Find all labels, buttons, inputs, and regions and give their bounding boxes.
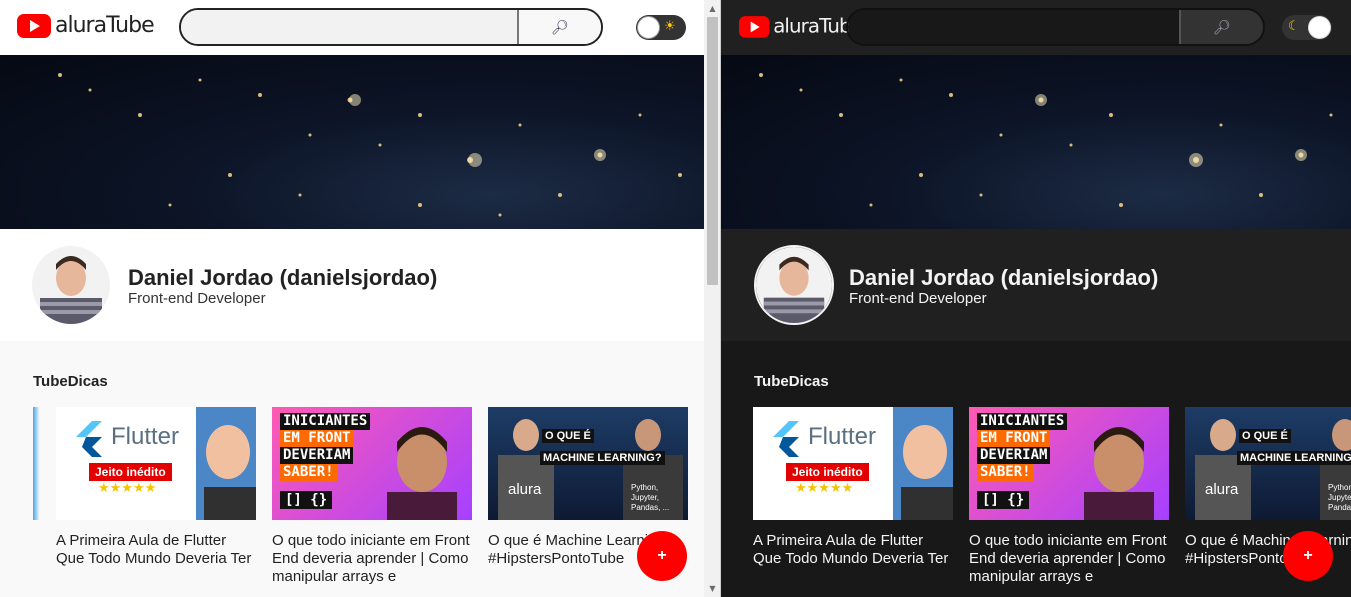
profile-section: Daniel Jordao (danielsjordao) Front-end … (721, 229, 1351, 341)
thumb-brand: alura (508, 481, 542, 498)
city-lights-map (759, 73, 1333, 207)
thumb-badge: Jeito inédito (786, 463, 869, 481)
theme-toggle[interactable]: ☾ (1282, 15, 1332, 40)
video-title[interactable]: O que todo iniciante em Front End deveri… (272, 532, 472, 586)
profile-section: Daniel Jordao (danielsjordao) Front-end … (0, 229, 704, 341)
user-avatar (754, 245, 834, 325)
toggle-knob (637, 16, 660, 39)
dark-theme-pane: aluraTube 🔎︎ ☾ Daniel Jordao (danielsjor… (721, 0, 1351, 597)
search-input[interactable] (181, 10, 517, 44)
thumb-code: [] {} (977, 491, 1030, 509)
video-thumbnail[interactable]: INICIANTES EM FRONT DEVERIAM SABER! [] {… (969, 407, 1169, 520)
video-card[interactable]: Flutter Jeito inédito ★★★★★ A Primeira A… (753, 407, 953, 568)
magnifier-icon: 🔎︎ (551, 18, 569, 35)
playlist-title: TubeDicas (33, 373, 108, 390)
moon-icon: ☾ (1288, 19, 1300, 34)
logo-text: aluraTube (55, 13, 155, 38)
video-card[interactable]: INICIANTES EM FRONT DEVERIAM SABER! [] {… (272, 407, 472, 586)
add-video-button[interactable]: + (1283, 531, 1333, 581)
thumb-line: SABER! (977, 464, 1034, 481)
thumb-badge: Jeito inédito (89, 463, 172, 481)
sun-icon: ☀ (664, 19, 676, 34)
scroll-up-icon[interactable]: ▲ (704, 0, 721, 17)
thumb-brand: alura (1205, 481, 1239, 498)
video-thumbnail[interactable]: INICIANTES EM FRONT DEVERIAM SABER! [] {… (272, 407, 472, 520)
thumb-question: O QUE É (542, 429, 594, 443)
thumb-line: SABER! (280, 464, 337, 481)
profile-role: Front-end Developer (849, 290, 987, 307)
search-bar: 🔎︎ (179, 8, 603, 46)
play-logo-icon (17, 13, 51, 38)
thumb-shirt: Python, Jupyter, Pandas, ... (631, 483, 670, 512)
alura-tube-logo[interactable]: aluraTube (739, 15, 863, 38)
thumb-headline: INICIANTES EM FRONT DEVERIAM SABER! (280, 413, 371, 481)
light-theme-pane: aluraTube 🔎︎ ☀ Daniel Jordao (danielsjor… (0, 0, 704, 597)
theme-toggle[interactable]: ☀ (636, 15, 686, 40)
profile-name: Daniel Jordao (danielsjordao) (849, 265, 1159, 290)
search-bar: 🔎︎ (846, 8, 1265, 46)
scroll-down-icon[interactable]: ▼ (704, 580, 721, 597)
video-title[interactable]: O que todo iniciante em Front End deveri… (969, 532, 1169, 586)
profile-name: Daniel Jordao (danielsjordao) (128, 265, 438, 290)
playlist-title: TubeDicas (754, 373, 829, 390)
search-button[interactable]: 🔎︎ (1179, 10, 1263, 44)
video-card[interactable]: Flutter Jeito inédito ★★★★★ A Primeira A… (56, 407, 256, 568)
alura-tube-logo[interactable]: aluraTube (17, 13, 155, 38)
video-thumbnail[interactable]: Flutter Jeito inédito ★★★★★ (753, 407, 953, 520)
previous-thumbnail-edge[interactable] (33, 407, 40, 520)
thumb-line: INICIANTES (280, 413, 371, 430)
thumb-line: DEVERIAM (977, 447, 1051, 464)
profile-role: Front-end Developer (128, 290, 266, 307)
thumb-question: MACHINE LEARNING? (1237, 451, 1351, 465)
thumb-line: DEVERIAM (280, 447, 354, 464)
thumb-shirt: Python, Jupyter, Pandas, ... (1328, 483, 1351, 512)
thumb-question: MACHINE LEARNING? (540, 451, 665, 465)
thumb-stars: ★★★★★ (795, 481, 854, 496)
banner-image (721, 55, 1351, 229)
thumb-stars: ★★★★★ (98, 481, 157, 496)
thumb-title: Flutter (808, 423, 877, 450)
banner-image (0, 55, 704, 229)
thumb-code: [] {} (280, 491, 333, 509)
city-lights-map (58, 73, 682, 217)
search-input[interactable] (848, 10, 1179, 44)
avatar-portrait (32, 246, 110, 324)
toggle-knob (1308, 16, 1331, 39)
user-avatar (32, 246, 110, 324)
top-menu: aluraTube 🔎︎ ☀ (0, 0, 704, 55)
thumb-line: EM FRONT (977, 430, 1051, 447)
scrollbar[interactable]: ▲ ▼ (704, 0, 721, 597)
magnifier-icon: 🔎︎ (1213, 18, 1231, 35)
video-thumbnail[interactable]: O QUE É MACHINE LEARNING? alura Python, … (1185, 407, 1351, 520)
video-thumbnail[interactable]: Flutter Jeito inédito ★★★★★ (56, 407, 256, 520)
video-card[interactable]: INICIANTES EM FRONT DEVERIAM SABER! [] {… (969, 407, 1169, 586)
thumb-headline: INICIANTES EM FRONT DEVERIAM SABER! (977, 413, 1068, 481)
video-thumbnail[interactable]: O QUE É MACHINE LEARNING? alura Python, … (488, 407, 688, 520)
play-logo-icon (739, 15, 770, 38)
thumb-line: INICIANTES (977, 413, 1068, 430)
avatar-portrait (756, 247, 832, 323)
thumb-title: Flutter (111, 423, 180, 450)
thumb-line: EM FRONT (280, 430, 354, 447)
video-title[interactable]: A Primeira Aula de Flutter Que Todo Mund… (56, 532, 256, 568)
thumb-question: O QUE É (1239, 429, 1291, 443)
search-button[interactable]: 🔎︎ (517, 10, 601, 44)
scrollbar-thumb[interactable] (707, 17, 718, 285)
top-menu: aluraTube 🔎︎ ☾ (721, 0, 1351, 55)
video-title[interactable]: A Primeira Aula de Flutter Que Todo Mund… (753, 532, 953, 568)
add-video-button[interactable]: + (637, 531, 687, 581)
